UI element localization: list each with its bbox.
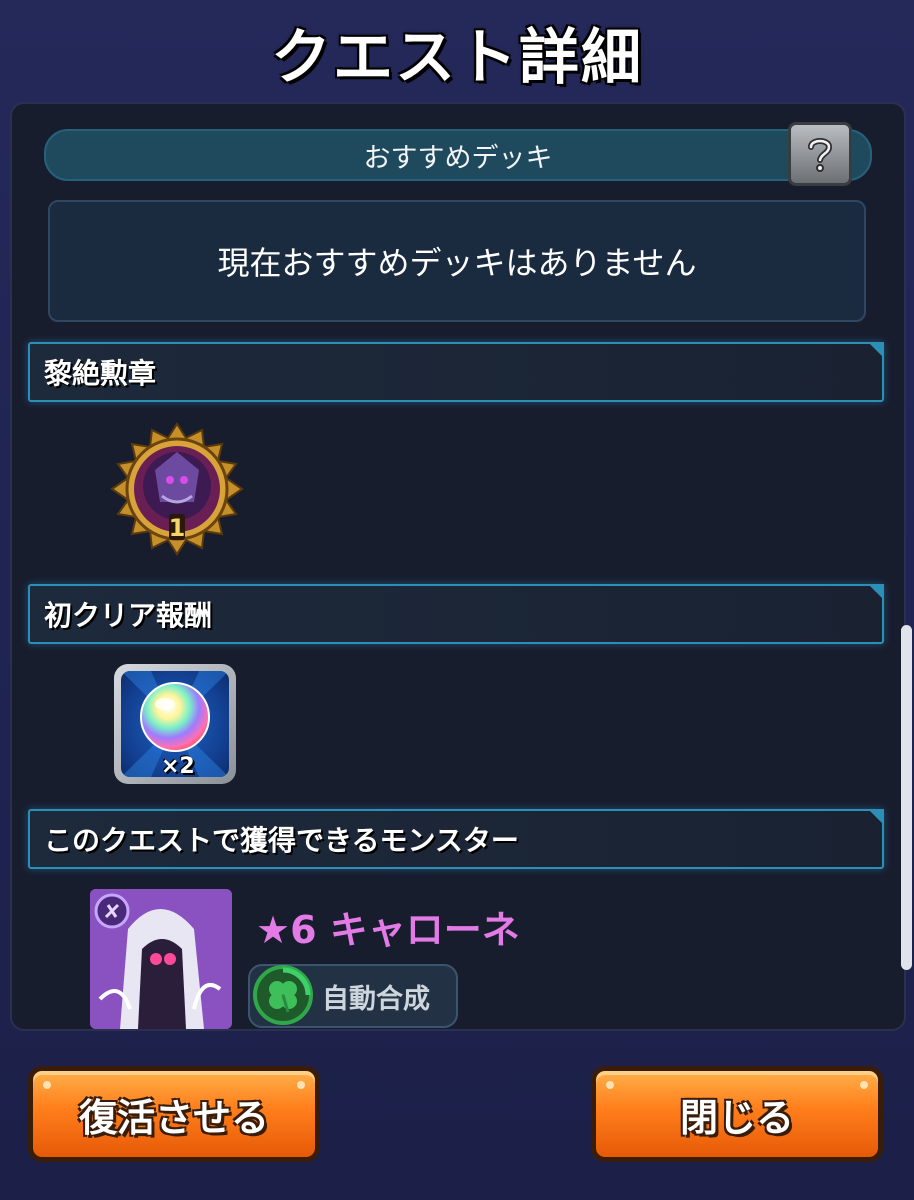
page-title: クエスト詳細 xyxy=(271,23,643,93)
rivet xyxy=(297,1081,305,1089)
orb-tile-background: ×2 xyxy=(121,671,229,777)
medal-number: 1 xyxy=(169,514,186,542)
recommended-deck-label: おすすめデッキ xyxy=(363,142,553,174)
section-header-medal: 黎絶勲章 xyxy=(28,342,884,402)
revive-button-label: 復活させる xyxy=(78,1095,269,1140)
header-corner xyxy=(868,809,884,825)
section-header-monsters: このクエストで獲得できるモンスター xyxy=(28,809,884,869)
auto-synthesis-label: 自動合成 xyxy=(322,983,430,1015)
scrollbar[interactable] xyxy=(901,625,912,970)
medal-icon[interactable]: 1 xyxy=(110,422,244,556)
section-header-first-clear: 初クリア報酬 xyxy=(28,584,884,644)
monster-name: ★6 キャローネ xyxy=(256,908,520,952)
rivet xyxy=(606,1081,614,1089)
reward-orb-tile[interactable]: ×2 xyxy=(114,664,236,784)
close-button-label: 閉じる xyxy=(679,1095,794,1140)
quest-detail-panel[interactable]: おすすめデッキ 現在おすすめデッキはありません 黎絶勲章 1 初クリア報酬 ×2… xyxy=(10,102,906,1031)
recommended-deck-header: おすすめデッキ xyxy=(44,129,872,181)
close-button[interactable]: 閉じる xyxy=(591,1066,883,1162)
recommended-deck-box: 現在おすすめデッキはありません xyxy=(48,200,866,322)
rivet xyxy=(43,1081,51,1089)
auto-synthesis-badge[interactable]: 自動合成 xyxy=(248,964,458,1028)
header-corner xyxy=(868,584,884,600)
reward-count: ×2 xyxy=(161,754,195,777)
question-icon xyxy=(808,138,833,172)
header-corner xyxy=(868,342,884,358)
section-label-medal: 黎絶勲章 xyxy=(44,357,157,390)
revive-button[interactable]: 復活させる xyxy=(28,1066,320,1162)
section-label-monsters: このクエストで獲得できるモンスター xyxy=(44,824,519,857)
monster-portrait-icon xyxy=(90,889,232,1029)
clover-icon xyxy=(253,965,313,1025)
rivet xyxy=(860,1081,868,1089)
section-label-first-clear: 初クリア報酬 xyxy=(44,599,213,632)
help-button[interactable] xyxy=(788,122,852,186)
monster-icon[interactable] xyxy=(90,889,232,1029)
empty-deck-message: 現在おすすめデッキはありません xyxy=(217,244,697,282)
